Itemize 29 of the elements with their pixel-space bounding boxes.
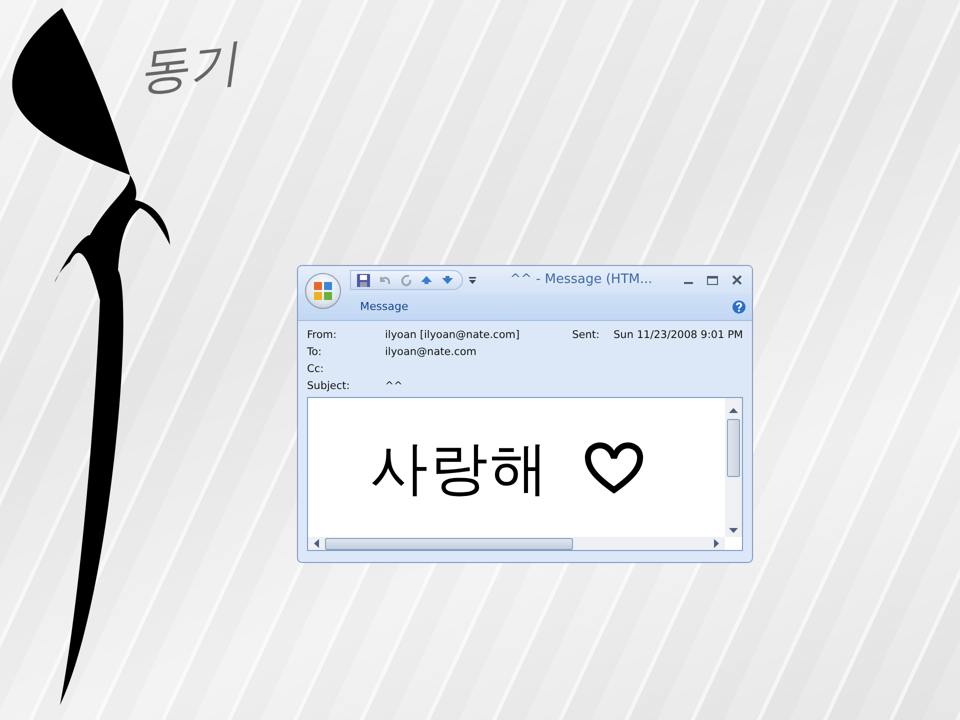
scroll-left-icon[interactable]: [314, 539, 319, 548]
scroll-up-icon[interactable]: [729, 408, 738, 413]
field-label: Subject:: [307, 379, 351, 393]
help-icon[interactable]: [732, 300, 746, 314]
scroll-down-icon[interactable]: [729, 528, 738, 533]
ribbon-tab[interactable]: Message: [360, 298, 408, 316]
field-label: From:: [307, 328, 338, 342]
field-value: ilyoan [ilyoan@nate.com]: [385, 329, 520, 341]
office-button[interactable]: [305, 273, 341, 309]
close-icon[interactable]: [732, 275, 742, 285]
save-icon[interactable]: [357, 274, 370, 286]
field-value: ^^: [385, 380, 403, 392]
heart-icon: [584, 442, 644, 494]
window-title: ^^ - Message (HTM...: [510, 271, 652, 290]
field-label: Cc:: [307, 362, 325, 376]
field-label: Sent:: [572, 328, 600, 342]
maximize-icon[interactable]: [707, 276, 718, 284]
slide-title: 동기: [136, 36, 240, 98]
field-value: Sun 11/23/2008 9:01 PM: [614, 328, 743, 342]
field-label: To:: [307, 345, 323, 359]
message-text: 사랑해: [370, 438, 550, 496]
horizontal-scrollbar[interactable]: [308, 537, 725, 550]
scroll-right-icon[interactable]: [714, 539, 719, 548]
field-value: ilyoan@nate.com: [385, 346, 476, 358]
down-arrow-icon[interactable]: [441, 275, 454, 285]
logo-icon: [313, 281, 333, 301]
up-arrow-icon[interactable]: [420, 275, 433, 285]
customize-caret-icon[interactable]: [469, 276, 476, 284]
vertical-scrollbar[interactable]: [725, 398, 742, 537]
